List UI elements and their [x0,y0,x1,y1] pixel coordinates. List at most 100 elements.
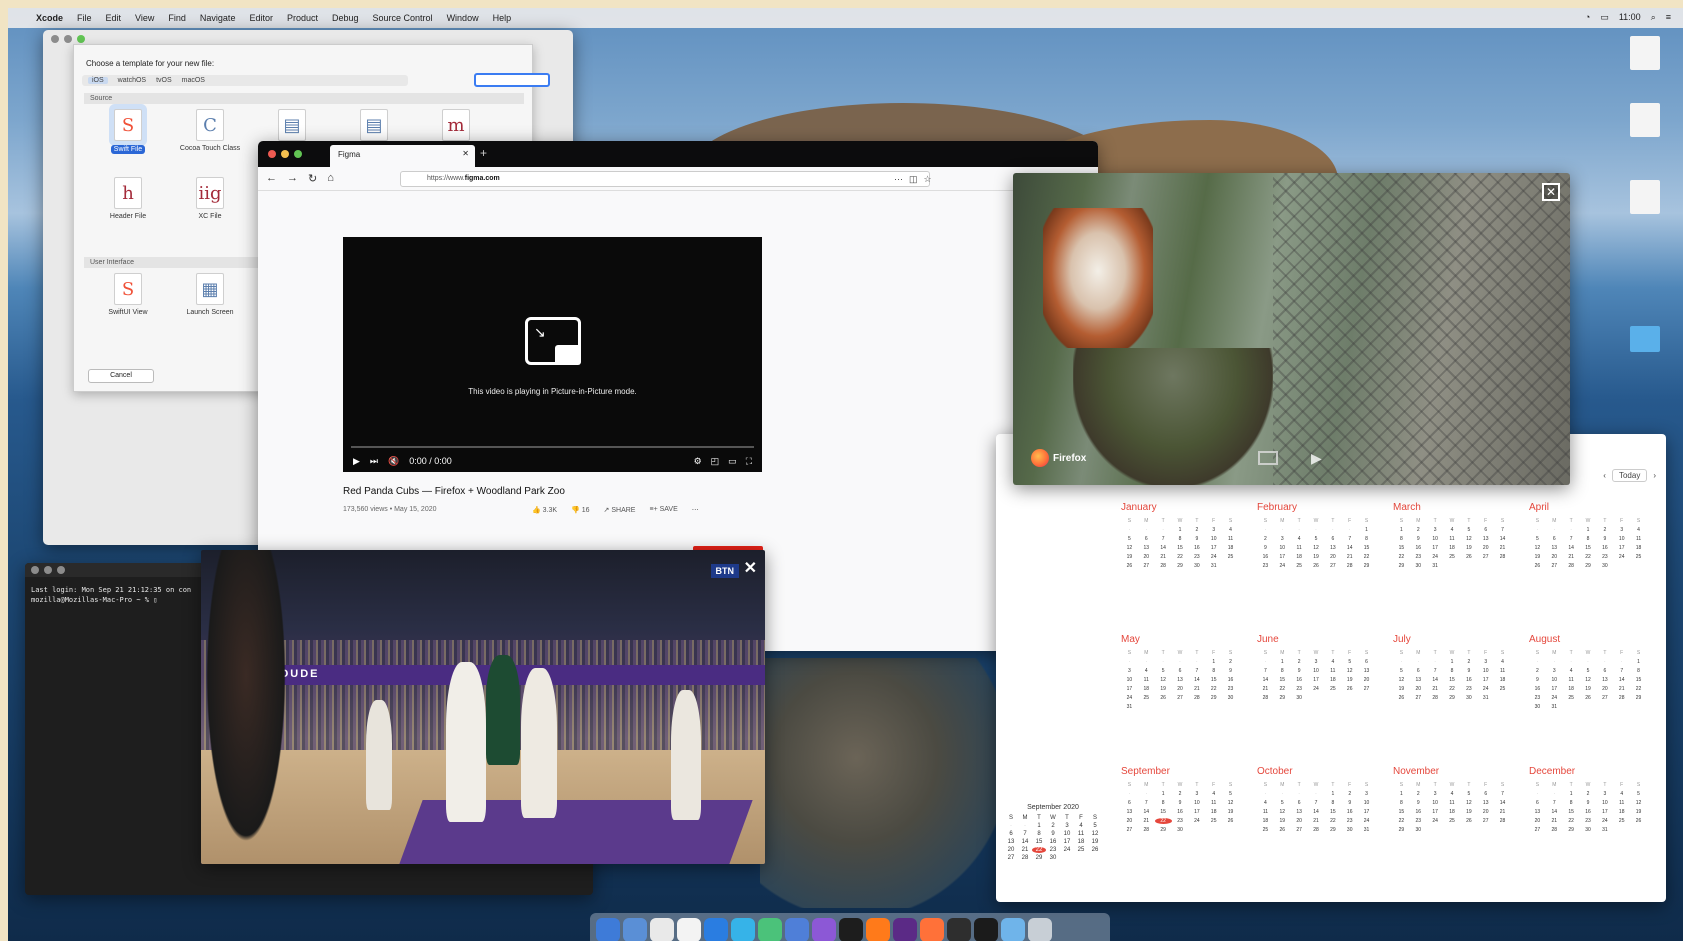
day-cell[interactable]: 22 [1324,818,1341,824]
day-cell[interactable]: 3 [1308,659,1325,665]
day-cell[interactable]: 1 [1580,527,1597,533]
day-cell[interactable]: 25 [1563,695,1580,701]
pip-close-icon[interactable]: ✕ [744,558,757,578]
day-cell[interactable]: 17 [1427,545,1444,551]
day-cell[interactable]: 31 [1596,827,1613,833]
day-cell[interactable]: 2 [1460,659,1477,665]
folder-icon[interactable] [1001,918,1025,941]
day-cell[interactable]: 16 [1341,809,1358,815]
day-cell[interactable]: 21 [1257,686,1274,692]
tab-close-icon[interactable]: ✕ [462,149,469,158]
today-button[interactable]: Today [1611,469,1648,482]
day-cell[interactable]: 11 [1222,536,1239,542]
day-cell[interactable]: 19 [1274,818,1291,824]
day-cell[interactable]: 14 [1494,800,1511,806]
day-cell[interactable]: 6 [1358,659,1375,665]
day-cell[interactable]: 4 [1444,791,1461,797]
day-cell[interactable]: 4 [1205,791,1222,797]
day-cell[interactable]: 5 [1630,791,1647,797]
day-cell[interactable]: 7 [1155,536,1172,542]
day-cell[interactable]: 29 [1205,695,1222,701]
day-cell[interactable]: 27 [1477,554,1494,560]
day-cell[interactable]: 16 [1222,677,1239,683]
new-tab-icon[interactable]: + [480,146,487,160]
day-cell[interactable]: 11 [1563,677,1580,683]
day-cell[interactable]: 31 [1121,704,1138,710]
day-cell[interactable]: 17 [1546,686,1563,692]
day-cell[interactable]: 10 [1308,668,1325,674]
month-october[interactable]: October S M T W T F S · · · · 1 2 3 4 5 6 7 8 9 10 11 12 13 14 15 1… [1257,766,1375,833]
day-cell[interactable]: 13 [1410,677,1427,683]
miniplayer-icon[interactable]: ◰ [711,456,720,467]
day-cell[interactable]: 27 [1324,563,1341,569]
day-cell[interactable]: 19 [1308,554,1325,560]
menu-item[interactable]: Window [447,13,479,23]
desktop-icon-alias[interactable] [1615,253,1675,290]
day-cell[interactable]: 23 [1222,686,1239,692]
day-cell[interactable]: 2 [1580,791,1597,797]
month-march[interactable]: March S M T W T F S 1 2 3 4 5 6 7 8 9 10 11 12 13 14 15 16 17 18 1… [1393,502,1511,569]
vscode-icon[interactable] [785,918,809,941]
day-cell[interactable]: 28 [1155,563,1172,569]
day-cell[interactable]: 20 [1546,554,1563,560]
day-cell[interactable]: 22 [1393,818,1410,824]
day-cell[interactable]: 15 [1444,677,1461,683]
search-icon[interactable]: ⌕ [1651,12,1656,23]
day-cell[interactable]: 4 [1563,668,1580,674]
minimize-button[interactable] [281,150,289,158]
day-cell[interactable]: 3 [1477,659,1494,665]
day-cell[interactable]: 26 [1222,818,1239,824]
day-cell[interactable]: 24 [1477,686,1494,692]
day-cell[interactable]: 21 [1494,545,1511,551]
day-cell[interactable]: 31 [1546,704,1563,710]
day-cell[interactable]: 15 [1580,545,1597,551]
platform-tab[interactable]: macOS [182,77,205,84]
day-cell[interactable]: 23 [1460,686,1477,692]
day-cell[interactable]: 9 [1222,668,1239,674]
day-cell[interactable]: 12 [1274,809,1291,815]
day-cell[interactable]: 29 [1324,827,1341,833]
day-cell[interactable]: 2 [1188,527,1205,533]
day-cell[interactable]: 12 [1460,800,1477,806]
day-cell[interactable]: 12 [1341,668,1358,674]
day-cell[interactable]: 10 [1427,536,1444,542]
day-cell[interactable]: 31 [1358,827,1375,833]
day-cell[interactable]: 25 [1494,686,1511,692]
day-cell[interactable]: 9 [1596,536,1613,542]
maps-icon[interactable] [758,918,782,941]
day-cell[interactable]: 9 [1529,677,1546,683]
day-cell[interactable]: 15 [1172,545,1189,551]
day-cell[interactable]: 16 [1410,809,1427,815]
day-cell[interactable]: 7 [1341,536,1358,542]
day-cell[interactable]: 1 [1358,527,1375,533]
day-cell[interactable]: 2 [1222,659,1239,665]
day-cell[interactable]: 28 [1613,695,1630,701]
day-cell[interactable]: 28 [1308,827,1325,833]
day-cell[interactable]: 20 [1596,686,1613,692]
day-cell[interactable]: 11 [1613,800,1630,806]
day-cell[interactable]: 12 [1580,677,1597,683]
prev-year-icon[interactable]: ‹ [1603,471,1606,480]
control-center-icon[interactable]: ≡ [1666,12,1671,23]
menu-item[interactable]: Find [168,13,186,23]
day-cell[interactable]: 21 [1308,818,1325,824]
day-cell[interactable]: 27 [1121,827,1138,833]
day-cell[interactable]: 10 [1596,800,1613,806]
day-cell[interactable]: 28 [1494,818,1511,824]
day-cell[interactable]: 6 [1121,800,1138,806]
day-cell[interactable]: 29 [1358,563,1375,569]
day-cell[interactable]: 4 [1291,536,1308,542]
day-cell[interactable]: 11 [1494,668,1511,674]
day-cell[interactable]: 18 [1205,809,1222,815]
mini-day-cell[interactable]: 29 [1032,855,1046,861]
day-cell[interactable]: 18 [1324,677,1341,683]
day-cell[interactable]: 21 [1155,554,1172,560]
mini-day-cell[interactable]: 28 [1018,855,1032,861]
close-button[interactable] [31,566,39,574]
template-item[interactable]: ▤ [338,109,410,145]
platform-tab[interactable]: tvOS [156,77,172,84]
theater-icon[interactable]: ▭ [728,456,737,467]
day-cell[interactable]: 8 [1444,668,1461,674]
notes-icon[interactable] [677,918,701,941]
day-cell[interactable]: 30 [1460,695,1477,701]
